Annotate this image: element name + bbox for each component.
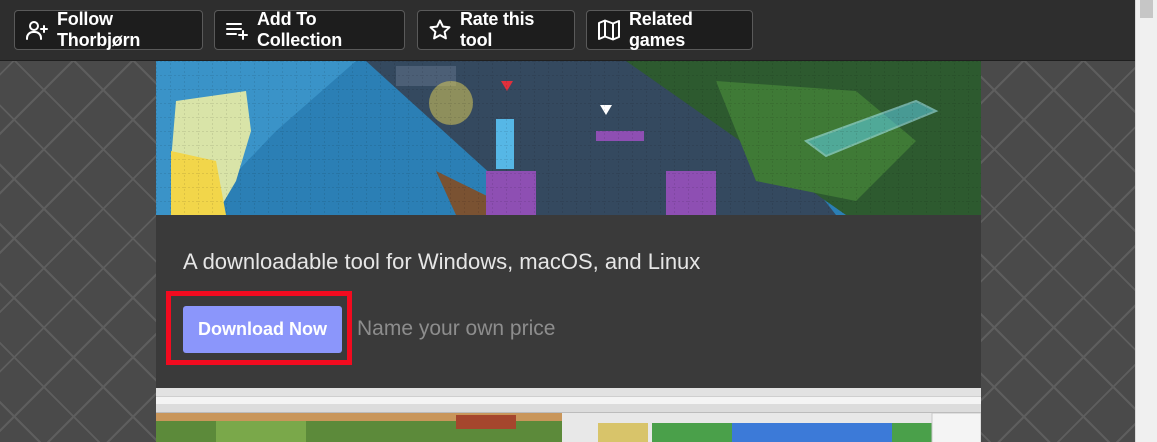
add-to-collection-button[interactable]: Add To Collection [214,9,405,50]
screenshot-thumbnail-2[interactable] [562,388,981,442]
thumbnail-titlebar [562,388,981,397]
add-to-collection-label: Add To Collection [257,9,343,50]
follow-button-label: Follow Thorbjørn [57,9,141,50]
thumbnail-menubar [562,397,981,404]
tool-banner-image [156,61,981,215]
thumbnail-map-preview [156,413,562,442]
screenshot-thumbnail-1[interactable] [156,388,562,442]
page-scrollbar[interactable] [1135,0,1157,442]
top-action-bar: Follow Thorbjørn Add To Collection Rate … [0,0,1135,61]
thumbnail-toolbar [156,404,562,413]
star-icon [429,19,451,40]
scrollbar-thumb[interactable] [1140,0,1153,18]
follow-button[interactable]: Follow Thorbjørn [14,9,203,50]
platform-tagline: A downloadable tool for Windows, macOS, … [183,249,701,274]
rate-tool-label: Rate this tool [460,9,535,50]
rate-tool-button[interactable]: Rate this tool [417,9,575,50]
playlist-add-icon [226,23,248,40]
thumbnail-titlebar [156,388,562,397]
game-page-panel: A downloadable tool for Windows, macOS, … [156,61,981,442]
related-games-button[interactable]: Related games [586,9,753,50]
related-games-label: Related games [629,9,693,50]
thumbnail-menubar [156,397,562,404]
thumbnail-hex-map-preview [562,412,981,442]
user-plus-icon [26,21,48,40]
thumbnail-toolbar [562,404,981,413]
map-icon [598,19,620,41]
download-now-button[interactable]: Download Now [183,306,342,353]
price-hint: Name your own price [357,317,556,340]
